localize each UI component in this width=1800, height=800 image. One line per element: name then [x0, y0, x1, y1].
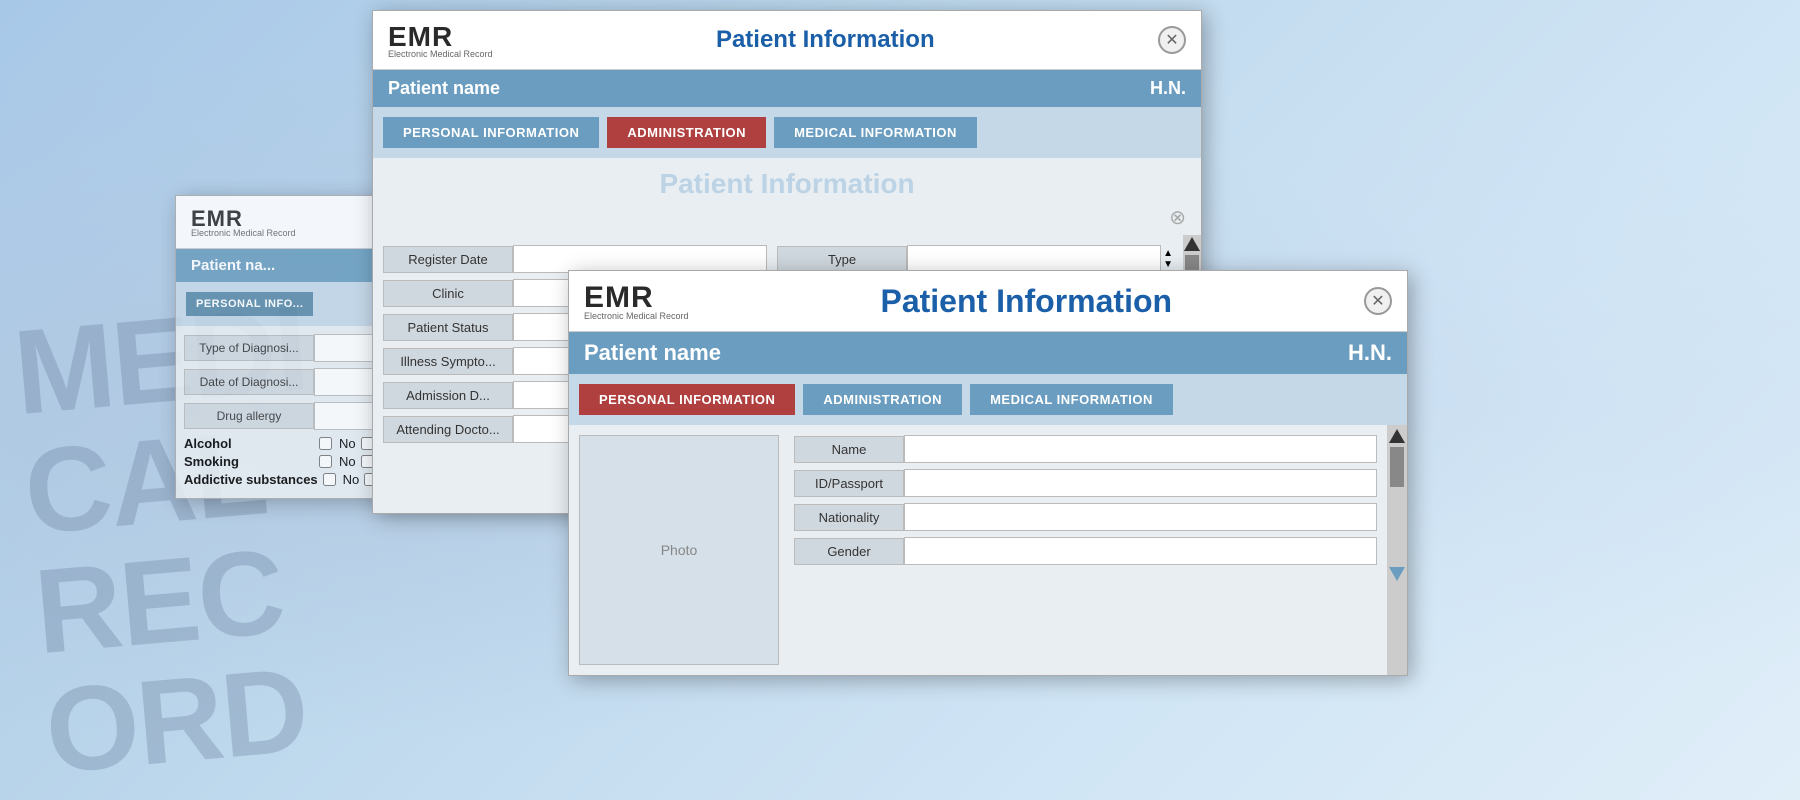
window1-smoking-label: Smoking [184, 454, 314, 469]
window2-scroll-up[interactable] [1184, 237, 1200, 251]
window2-label-admission-date: Admission D... [383, 382, 513, 409]
window1-addictive-no-text: No [343, 472, 360, 487]
window3-photo-area: Photo [579, 435, 779, 665]
window3-scrollbar[interactable] [1387, 425, 1407, 675]
window1-alcohol-no-check[interactable] [319, 437, 332, 450]
window2-hn: H.N. [1150, 78, 1186, 99]
window2-label-type: Type [777, 246, 907, 273]
window3-input-name[interactable] [904, 435, 1377, 463]
window1-logo-sub: Electronic Medical Record [191, 228, 296, 238]
window2-label-reg-date: Register Date [383, 246, 513, 273]
window3-tab-admin[interactable]: ADMINISTRATION [803, 384, 962, 415]
window3-tab-bar: PERSONAL INFORMATION ADMINISTRATION MEDI… [569, 374, 1407, 425]
window2-logo-sub: Electronic Medical Record [388, 49, 493, 59]
window3-logo: EMR Electronic Medical Record [584, 281, 689, 321]
window2-title: Patient Information [513, 26, 1138, 54]
window2-patient-name: Patient name [388, 78, 500, 99]
window3-main-content: Photo Name ID/Passport Nationality Gende… [569, 425, 1407, 675]
window2-ghost-title: Patient Information [378, 163, 1196, 205]
window3-form-area: Name ID/Passport Nationality Gender [789, 425, 1387, 675]
window2-tab-admin[interactable]: ADMINISTRATION [607, 117, 766, 148]
window2-header: EMR Electronic Medical Record Patient In… [373, 11, 1201, 70]
window3-scroll-up[interactable] [1389, 429, 1405, 443]
window1-label-drug-allergy: Drug allergy [184, 403, 314, 429]
window3-patient-bar: Patient name H.N. [569, 332, 1407, 374]
window2-field-register-date: Register Date Type ▲ ▼ [383, 245, 1173, 273]
window3-label-id: ID/Passport [794, 470, 904, 497]
window2-label-illness: Illness Sympto... [383, 348, 513, 375]
window3-field-gender: Gender [794, 537, 1377, 565]
window3-label-gender: Gender [794, 538, 904, 565]
window2-logo: EMR Electronic Medical Record [388, 21, 493, 59]
window3-logo-sub: Electronic Medical Record [584, 311, 689, 321]
window3-close-button[interactable]: ✕ [1364, 287, 1392, 315]
window3-label-name: Name [794, 436, 904, 463]
window1-logo: EMR Electronic Medical Record [191, 206, 296, 238]
window3-tab-medical[interactable]: MEDICAL INFORMATION [970, 384, 1173, 415]
window3-hn: H.N. [1348, 340, 1392, 366]
window2-input-reg-date[interactable] [513, 245, 767, 273]
window2-type-up[interactable]: ▲ [1163, 248, 1173, 259]
window2-close-button[interactable]: ✕ [1158, 26, 1186, 54]
window3-field-id: ID/Passport [794, 469, 1377, 497]
window1-addictive-no-check[interactable] [323, 473, 336, 486]
window2-ghost-close: ⊗ [1169, 205, 1186, 230]
emr-window-3: EMR Electronic Medical Record Patient In… [568, 270, 1408, 676]
window2-type-down[interactable]: ▼ [1163, 259, 1173, 270]
window1-smoking-no-check[interactable] [319, 455, 332, 468]
window3-input-nationality[interactable] [904, 503, 1377, 531]
window3-field-name: Name [794, 435, 1377, 463]
window3-patient-name: Patient name [584, 340, 721, 366]
window3-scroll-thumb[interactable] [1390, 447, 1404, 487]
window1-label-date-diag: Date of Diagnosi... [184, 369, 314, 395]
window2-label-clinic: Clinic [383, 280, 513, 307]
window3-input-id[interactable] [904, 469, 1377, 497]
window3-field-nationality: Nationality [794, 503, 1377, 531]
window3-scroll-down-arrow[interactable] [1389, 567, 1405, 581]
window1-patient-name: Patient na... [191, 257, 275, 274]
window2-patient-bar: Patient name H.N. [373, 70, 1201, 107]
window2-label-doctor: Attending Docto... [383, 416, 513, 443]
window2-tab-bar: PERSONAL INFORMATION ADMINISTRATION MEDI… [373, 107, 1201, 158]
window1-label-type-diag: Type of Diagnosi... [184, 335, 314, 361]
window3-label-nationality: Nationality [794, 504, 904, 531]
window2-tab-personal[interactable]: PERSONAL INFORMATION [383, 117, 599, 148]
window2-label-patient-status: Patient Status [383, 314, 513, 341]
window1-alcohol-no-text: No [339, 436, 356, 451]
window1-tab-personal[interactable]: PERSONAL INFO... [186, 292, 313, 316]
window1-addictive-label: Addictive substances [184, 472, 318, 487]
window3-photo-label: Photo [661, 542, 698, 558]
window2-tab-medical[interactable]: MEDICAL INFORMATION [774, 117, 977, 148]
window3-header: EMR Electronic Medical Record Patient In… [569, 271, 1407, 332]
window3-logo-text: EMR [584, 281, 689, 315]
window1-alcohol-label: Alcohol [184, 436, 314, 451]
window3-input-gender[interactable] [904, 537, 1377, 565]
window3-tab-personal[interactable]: PERSONAL INFORMATION [579, 384, 795, 415]
window1-smoking-no-text: No [339, 454, 356, 469]
window2-input-type[interactable] [907, 245, 1161, 273]
window3-title: Patient Information [709, 283, 1344, 320]
